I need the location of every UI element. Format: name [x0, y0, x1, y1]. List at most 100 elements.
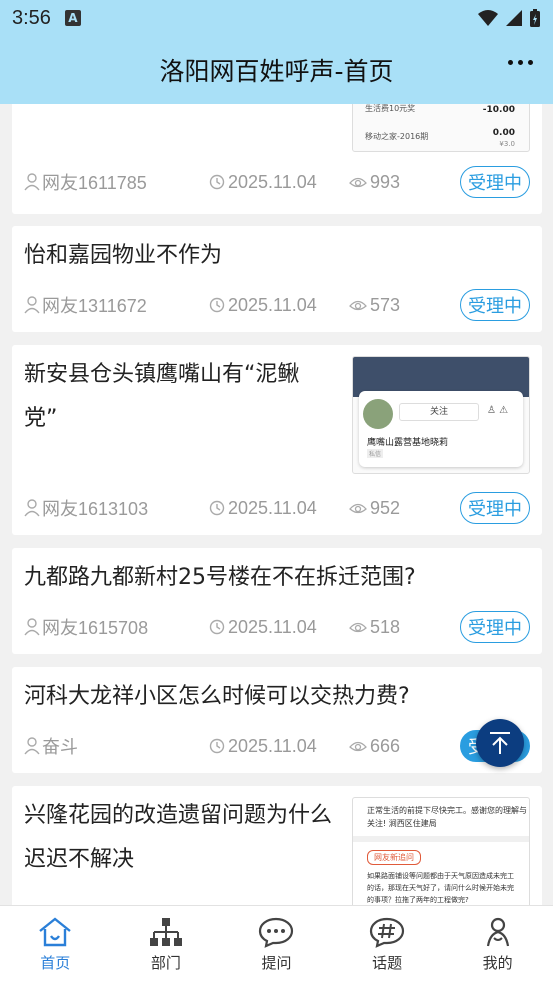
card-user: 网友1611785	[24, 169, 209, 195]
person-icon	[486, 917, 509, 947]
user-icon	[24, 296, 40, 314]
card-view-count: 573	[370, 294, 401, 315]
status-badge[interactable]: 受理中	[460, 492, 530, 524]
eye-icon	[349, 300, 367, 311]
thumb-profile-card: 关注 ♙ ⚠ 鹰嘴山露营基地晓莉 私信	[359, 391, 523, 467]
complaint-card[interactable]: 兴隆花园的改造遗留问题为什么 迟迟不解决 正常生活的前提下尽快完工。感谢您的理解…	[12, 786, 542, 905]
card-date-text: 2025.11.04	[228, 171, 317, 192]
page-title: 洛阳网百姓呼声-首页	[159, 57, 394, 86]
home-icon	[39, 917, 72, 947]
card-user: 网友1613103	[24, 495, 209, 521]
tab-ask[interactable]: 提问	[221, 906, 332, 983]
card-title-line: 兴隆花园的改造遗留问题为什么	[24, 803, 333, 828]
clock-icon	[209, 738, 225, 754]
arrow-up-icon	[490, 732, 510, 754]
signal-icon	[506, 10, 522, 26]
person-icon: ♙ ⚠	[487, 405, 509, 416]
card-meta: 网友1311672 2025.11.04 573 受理中	[24, 288, 530, 322]
tab-label: 话题	[372, 954, 403, 972]
card-views: 666	[349, 736, 459, 757]
user-icon	[24, 499, 40, 517]
dot-icon	[518, 60, 523, 65]
card-views: 573	[349, 295, 459, 316]
status-bar: 3:56 A	[0, 0, 553, 36]
card-user: 网友1311672	[24, 292, 209, 318]
card-title-line: 迟迟不解决	[24, 847, 135, 872]
clock-icon	[209, 174, 225, 190]
status-badge[interactable]: 受理中	[460, 611, 530, 643]
thumb-line: 关注! 涧西区住建局	[367, 819, 437, 828]
card-views: 993	[349, 172, 459, 193]
card-user: 网友1615708	[24, 614, 209, 640]
tab-label: 提问	[261, 954, 292, 972]
card-date: 2025.11.04	[209, 498, 349, 519]
org-chart-icon	[149, 918, 182, 946]
tab-topics[interactable]: 话题	[332, 906, 443, 983]
divider	[353, 836, 529, 842]
thumb-line: 如果路面铺设等问题都由于天气原因造成未完工	[367, 872, 514, 880]
user-icon	[24, 618, 40, 636]
card-date-text: 2025.11.04	[228, 294, 317, 315]
clock-icon	[209, 500, 225, 516]
card-thumbnail: 正常生活的前提下尽快完工。感谢您的理解与 关注! 涧西区住建局 网友新追问 如果…	[352, 797, 530, 905]
complaint-feed[interactable]: 生活费10元奖 -10.00 移动之家-2016期 0.00 ¥3.0 网友16…	[0, 104, 553, 905]
card-title-line: 新安县仓头镇鹰嘴山有“泥鳅	[24, 362, 300, 387]
status-badge[interactable]: 受理中	[460, 289, 530, 321]
eye-icon	[349, 622, 367, 633]
hashtag-chat-icon	[369, 917, 405, 948]
status-badge[interactable]: 受理中	[460, 166, 530, 198]
clock-icon	[209, 297, 225, 313]
card-username: 网友1611785	[42, 173, 147, 193]
thumb-text: 移动之家-2016期	[365, 132, 429, 141]
tab-home[interactable]: 首页	[0, 906, 111, 983]
card-date: 2025.11.04	[209, 172, 349, 193]
card-date-text: 2025.11.04	[228, 735, 317, 756]
card-title: 河科大龙祥小区怎么时候可以交热力费?	[24, 684, 410, 709]
tab-label: 首页	[40, 954, 71, 972]
dot-icon	[508, 60, 513, 65]
dot-icon	[528, 60, 533, 65]
scroll-to-top-button[interactable]	[476, 719, 524, 767]
user-icon	[24, 173, 40, 191]
card-username: 网友1613103	[42, 499, 149, 519]
card-meta: 奋斗 2025.11.04 666 受理中	[24, 729, 530, 763]
thumb-line: 的话，那现在天气好了，请问什么时候开始未完	[367, 884, 514, 892]
card-thumbnail: 关注 ♙ ⚠ 鹰嘴山露营基地晓莉 私信	[352, 356, 530, 474]
card-meta: 网友1615708 2025.11.04 518 受理中	[24, 610, 530, 644]
card-view-count: 518	[370, 616, 401, 637]
eye-icon	[349, 177, 367, 188]
thumb-text: -10.00	[482, 105, 515, 115]
card-view-count: 993	[370, 171, 401, 192]
card-date: 2025.11.04	[209, 617, 349, 638]
status-time: 3:56	[12, 6, 51, 29]
card-views: 518	[349, 617, 459, 638]
tab-profile[interactable]: 我的	[442, 906, 553, 983]
eye-icon	[349, 503, 367, 514]
card-username: 奋斗	[42, 737, 78, 757]
tab-departments[interactable]: 部门	[111, 906, 222, 983]
thumb-line: 的事项？拉拖了两年的工程做完?	[367, 896, 469, 904]
complaint-card[interactable]: 新安县仓头镇鹰嘴山有“泥鳅 党” 关注 ♙ ⚠ 鹰嘴山露营基地晓莉 私信 网友1…	[12, 345, 542, 535]
chat-bubble-icon	[259, 917, 294, 948]
card-date-text: 2025.11.04	[228, 616, 317, 637]
battery-icon	[530, 9, 540, 27]
card-views: 952	[349, 498, 459, 519]
card-title: 九都路九都新村25号楼在不在拆迁范围?	[24, 565, 416, 590]
card-title: 新安县仓头镇鹰嘴山有“泥鳅 党”	[24, 353, 334, 441]
avatar	[363, 399, 393, 429]
card-username: 网友1311672	[42, 296, 147, 316]
user-icon	[24, 737, 40, 755]
card-date: 2025.11.04	[209, 736, 349, 757]
complaint-card[interactable]: 河科大龙祥小区怎么时候可以交热力费? 奋斗 2025.11.04 666 受理中	[12, 667, 542, 773]
status-indicators	[477, 8, 541, 28]
card-title-line: 党”	[24, 406, 58, 431]
complaint-card[interactable]: 生活费10元奖 -10.00 移动之家-2016期 0.00 ¥3.0 网友16…	[12, 104, 542, 214]
more-menu-button[interactable]	[508, 60, 533, 65]
card-user: 奋斗	[24, 733, 209, 759]
wifi-icon	[478, 10, 498, 26]
card-title: 怡和嘉园物业不作为	[24, 243, 223, 268]
complaint-card[interactable]: 九都路九都新村25号楼在不在拆迁范围? 网友1615708 2025.11.04…	[12, 548, 542, 654]
thumb-label: 网友新追问	[367, 850, 421, 865]
complaint-card[interactable]: 怡和嘉园物业不作为 网友1311672 2025.11.04 573 受理中	[12, 226, 542, 332]
tab-label: 我的	[482, 954, 513, 972]
